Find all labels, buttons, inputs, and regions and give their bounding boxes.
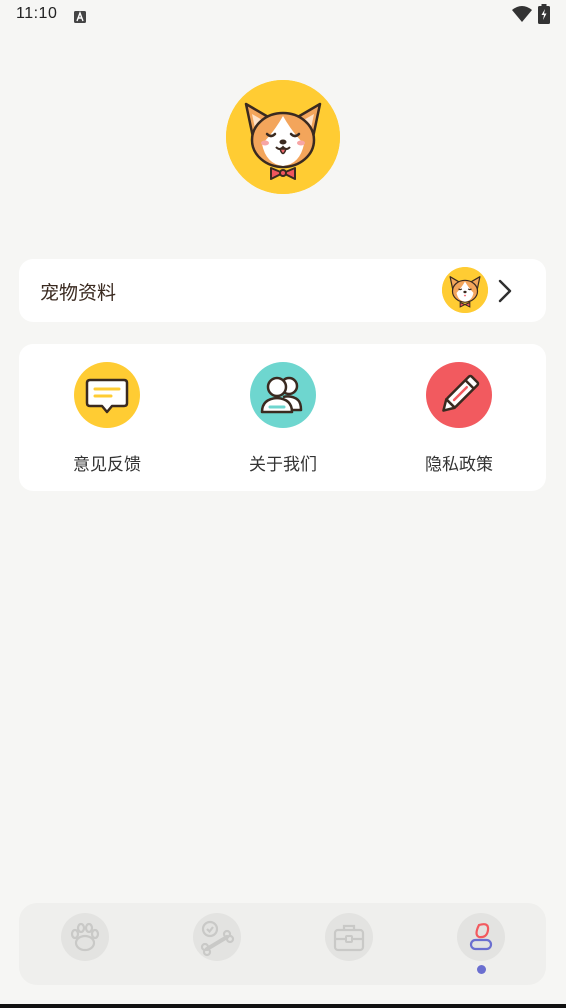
profile-avatar[interactable] (226, 80, 340, 194)
notification-a-icon (74, 8, 86, 23)
tab-paw[interactable] (61, 913, 109, 961)
wifi-icon (512, 5, 532, 23)
status-bar: 11:10 (0, 0, 566, 30)
corgi-thumbnail-icon (442, 267, 488, 313)
menu-label-privacy-policy: 隐私政策 (425, 455, 493, 475)
pet-thumbnail (442, 267, 488, 313)
tab-bone[interactable] (193, 913, 241, 961)
corgi-avatar-icon (226, 80, 340, 194)
chevron-right-icon (498, 279, 512, 303)
briefcase-icon (333, 924, 365, 952)
users-icon (250, 362, 316, 428)
bottom-tab-bar (19, 903, 546, 985)
menu-item-feedback[interactable]: 意见反馈 (19, 344, 195, 491)
menu-label-feedback: 意见反馈 (73, 455, 141, 475)
tab-briefcase[interactable] (325, 913, 373, 961)
profile-icon (469, 923, 493, 951)
tab-profile[interactable] (457, 913, 505, 961)
status-time: 11:10 (16, 5, 58, 22)
feedback-icon (74, 362, 140, 428)
bone-icon (200, 920, 235, 957)
pet-profile-row[interactable]: 宠物资料 (19, 259, 546, 322)
active-tab-indicator (477, 965, 486, 974)
menu-item-about-us[interactable]: 关于我们 (195, 344, 371, 491)
menu-item-privacy-policy[interactable]: 隐私政策 (371, 344, 547, 491)
paw-icon (70, 922, 100, 952)
pet-profile-label: 宠物资料 (40, 282, 117, 304)
battery-icon (538, 4, 550, 24)
system-nav-bar (0, 1004, 566, 1008)
menu-card: 意见反馈 关于我们 隐私政策 (19, 344, 546, 491)
menu-label-about-us: 关于我们 (249, 455, 317, 475)
pen-icon (426, 362, 492, 428)
